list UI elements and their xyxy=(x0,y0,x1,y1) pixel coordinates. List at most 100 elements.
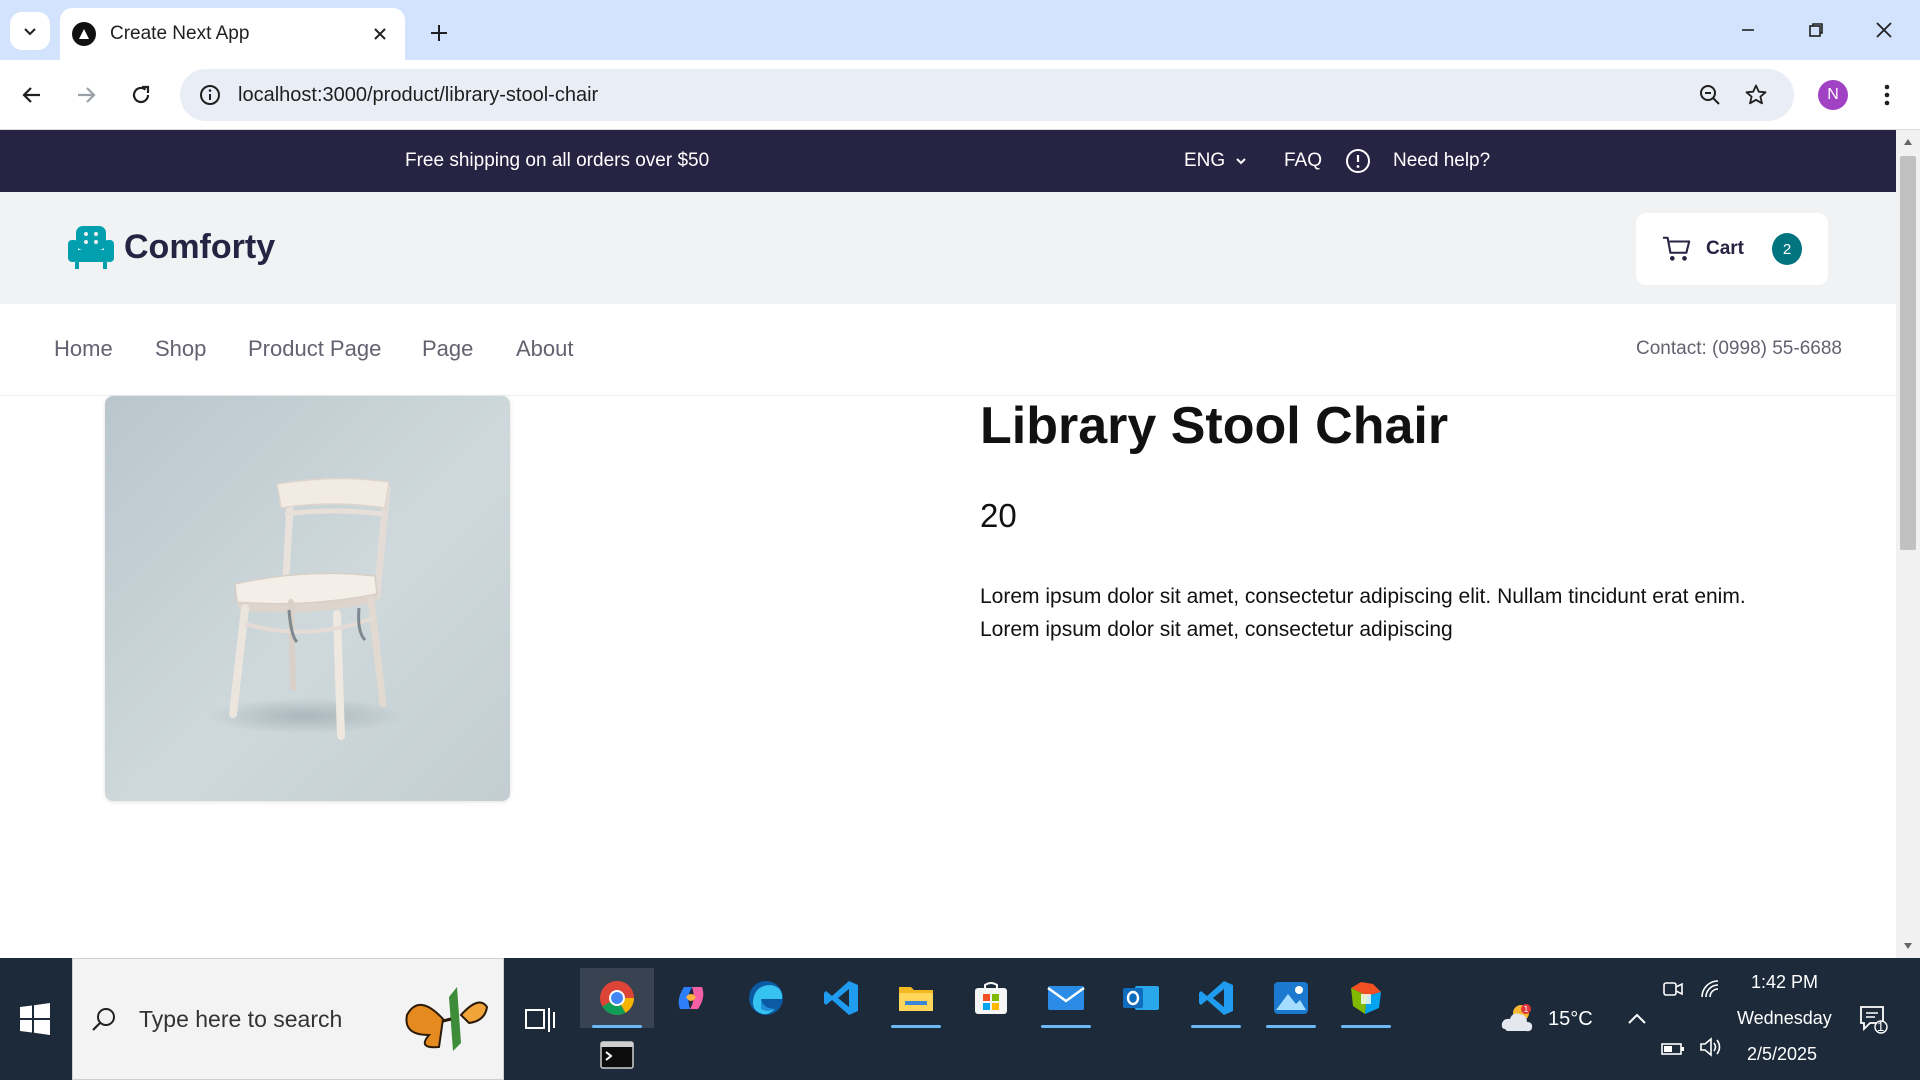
windows-start-icon[interactable] xyxy=(18,1002,52,1036)
product-title: Library Stool Chair xyxy=(980,397,1449,455)
plus-icon xyxy=(431,25,447,41)
active-tab[interactable]: Create Next App xyxy=(60,8,405,60)
tab-title: Create Next App xyxy=(110,23,250,44)
faq-link[interactable]: FAQ xyxy=(1284,150,1322,172)
contact-phone: Contact: (0998) 55-6688 xyxy=(1636,338,1842,359)
svg-text:1: 1 xyxy=(1523,1005,1528,1014)
vscode-open-indicator xyxy=(1191,1025,1241,1028)
url-text[interactable]: localhost:3000/product/library-stool-cha… xyxy=(238,84,1684,107)
weather-temperature[interactable]: 15°C xyxy=(1548,1008,1593,1031)
language-label: ENG xyxy=(1184,150,1226,171)
nav-page[interactable]: Page xyxy=(422,336,473,362)
taskbar-terminal[interactable] xyxy=(587,1030,647,1080)
site-info-icon[interactable] xyxy=(198,83,222,107)
arrow-right-icon xyxy=(78,87,96,103)
show-hidden-icons-button[interactable] xyxy=(1624,1006,1650,1032)
new-tab-button[interactable] xyxy=(422,16,456,50)
taskbar-search-box[interactable]: Type here to search xyxy=(72,958,504,1080)
product-price: 20 xyxy=(980,497,1017,534)
profile-avatar[interactable]: N xyxy=(1818,80,1848,110)
site-header: Comforty Cart 2 xyxy=(0,192,1896,304)
arrow-left-icon xyxy=(22,87,40,103)
bookmark-button[interactable] xyxy=(1736,75,1776,115)
taskbar-vscode-2[interactable] xyxy=(1179,968,1253,1028)
chevron-up-icon xyxy=(1628,1013,1646,1024)
close-window-button[interactable] xyxy=(1864,10,1904,50)
browser-menu-button[interactable] xyxy=(1870,75,1904,115)
url-host: localhost xyxy=(238,83,317,106)
taskbar-file-explorer[interactable] xyxy=(879,968,953,1028)
nav-home[interactable]: Home xyxy=(54,336,113,362)
nav-product-page[interactable]: Product Page xyxy=(248,336,381,362)
language-selector[interactable]: ENG xyxy=(1184,150,1247,172)
nextjs-favicon-icon xyxy=(72,22,96,46)
restore-button[interactable] xyxy=(1796,10,1836,50)
forward-button[interactable] xyxy=(66,75,106,115)
search-placeholder: Type here to search xyxy=(139,1005,343,1032)
network-wifi-icon[interactable] xyxy=(1698,976,1724,1002)
back-button[interactable] xyxy=(12,75,52,115)
taskbar-edge[interactable] xyxy=(729,968,803,1028)
taskbar-outlook[interactable] xyxy=(1104,968,1178,1028)
nav-about[interactable]: About xyxy=(516,336,574,362)
brand-logo[interactable]: Comforty xyxy=(66,224,275,270)
taskbar-photos[interactable] xyxy=(1254,968,1328,1028)
zoom-icon xyxy=(1700,85,1720,105)
cart-count-badge: 2 xyxy=(1772,233,1802,265)
vscode-icon xyxy=(824,981,858,1015)
taskbar-copilot[interactable] xyxy=(654,968,728,1028)
folder-icon xyxy=(899,987,933,1011)
brand-name: Comforty xyxy=(124,227,276,266)
volume-icon[interactable] xyxy=(1698,1034,1724,1060)
clock-date[interactable]: 2/5/2025 xyxy=(1747,1044,1817,1065)
meet-now-icon[interactable] xyxy=(1660,976,1686,1002)
scroll-down-icon[interactable] xyxy=(1902,940,1914,952)
more-vertical-icon xyxy=(1884,84,1890,106)
address-bar[interactable]: localhost:3000/product/library-stool-cha… xyxy=(180,69,1794,121)
scroll-up-icon[interactable] xyxy=(1902,136,1914,148)
tab-search-button[interactable] xyxy=(10,12,50,50)
vscode-icon xyxy=(1199,981,1233,1015)
clock-time[interactable]: 1:42 PM xyxy=(1751,972,1818,993)
restore-icon xyxy=(1809,23,1823,37)
need-help-link[interactable]: Need help? xyxy=(1393,150,1490,172)
page-scrollbar[interactable] xyxy=(1896,130,1920,958)
taskbar-store[interactable] xyxy=(954,968,1028,1028)
mail-icon xyxy=(1047,986,1085,1010)
product-image xyxy=(105,396,510,801)
scroll-thumb[interactable] xyxy=(1900,156,1916,550)
cart-icon xyxy=(1662,236,1691,261)
page-viewport: Free shipping on all orders over $50 ENG… xyxy=(0,130,1896,958)
chevron-down-icon xyxy=(1236,158,1246,165)
butterfly-search-highlight-icon xyxy=(405,987,489,1051)
armchair-logo-icon xyxy=(68,226,114,269)
battery-icon[interactable] xyxy=(1660,1036,1686,1062)
edge-icon xyxy=(749,981,783,1015)
clock-day[interactable]: Wednesday xyxy=(1737,1008,1832,1029)
notification-count: 1 xyxy=(1877,1019,1885,1034)
store-icon xyxy=(975,982,1007,1014)
taskbar-mail[interactable] xyxy=(1029,968,1103,1028)
tab-close-button[interactable] xyxy=(367,21,393,47)
terminal-icon xyxy=(600,1041,634,1069)
outlook-icon xyxy=(1123,986,1159,1010)
chrome-active-indicator xyxy=(592,1025,642,1028)
search-icon xyxy=(92,1008,115,1031)
cart-label: Cart xyxy=(1705,238,1744,259)
chevron-down-icon xyxy=(24,28,36,36)
task-view-icon[interactable] xyxy=(522,1002,558,1038)
taskbar-chrome[interactable] xyxy=(580,968,654,1028)
reload-button[interactable] xyxy=(121,75,161,115)
photos-icon xyxy=(1274,982,1308,1014)
mail-open-indicator xyxy=(1041,1025,1091,1028)
weather-icon[interactable]: 1 xyxy=(1498,998,1538,1038)
nav-shop[interactable]: Shop xyxy=(155,336,206,362)
close-icon xyxy=(1876,22,1892,38)
announcement-bar: Free shipping on all orders over $50 ENG… xyxy=(0,130,1896,192)
minimize-button[interactable] xyxy=(1728,10,1768,50)
cart-button[interactable]: Cart 2 xyxy=(1636,213,1828,285)
main-navigation: Home Shop Product Page Page About Contac… xyxy=(0,304,1896,396)
taskbar-app-extra[interactable] xyxy=(1329,968,1403,1028)
zoom-button[interactable] xyxy=(1690,75,1730,115)
taskbar-vscode[interactable] xyxy=(804,968,878,1028)
